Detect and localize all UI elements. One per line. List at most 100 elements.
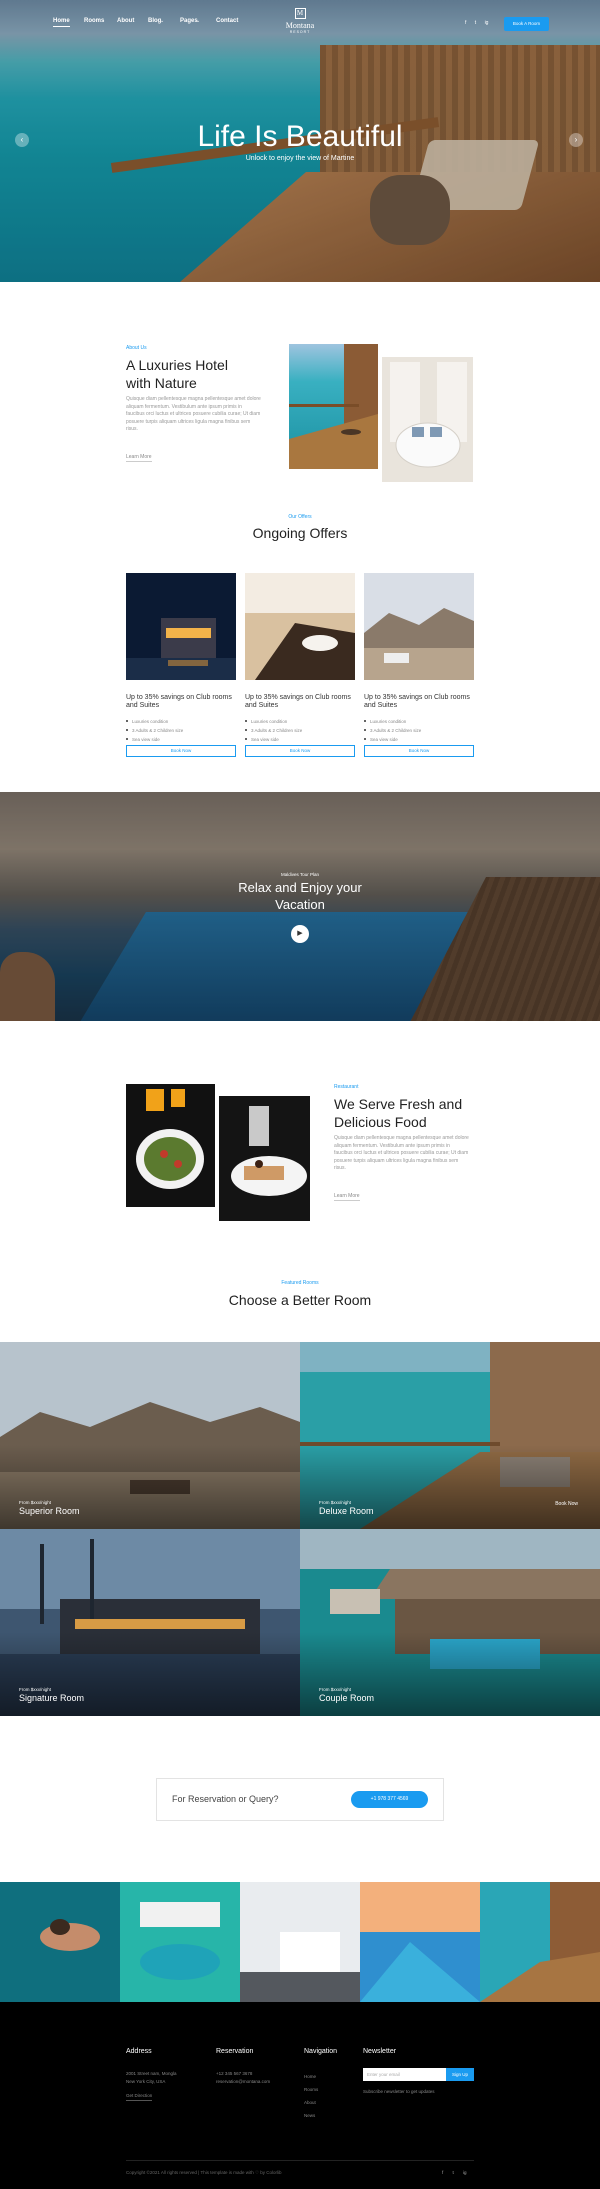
hero-title: Life Is Beautiful (197, 120, 403, 153)
footer-navigation: Home Rooms About News (304, 2070, 318, 2122)
nav-contact[interactable]: Contact (216, 18, 238, 24)
book-room-button[interactable]: Book A Room (504, 17, 549, 31)
offer-feature: 3 Adults & 2 Children size (126, 726, 236, 735)
footer-address-line: 2001 Street nam, Mongla (126, 2071, 177, 2076)
instagram-icon[interactable]: ig (485, 20, 489, 26)
footer-address: 2001 Street nam, Mongla New York City, U… (126, 2070, 177, 2086)
footer-nav-link[interactable]: Home (304, 2070, 318, 2083)
newsletter-signup-button[interactable]: Sign Up (446, 2068, 474, 2081)
book-now-button[interactable]: Book Now (364, 745, 474, 757)
about-text: Quisque diam pellentesque magna pellente… (126, 396, 261, 432)
logo-subtitle: RESORT (289, 30, 311, 34)
footer-divider (126, 2160, 474, 2161)
footer-nav-link[interactable]: News (304, 2109, 318, 2122)
offer-image-dining (245, 573, 355, 680)
newsletter-note: Subscribe newsletter to get updates (363, 2089, 435, 2094)
offers-title: Ongoing Offers (252, 525, 348, 541)
room-name: Superior Room (19, 1506, 80, 1516)
room-card-deluxe[interactable]: From $xxx/night Deluxe Room Book Now (300, 1342, 600, 1529)
video-title-line2: Vacation (275, 896, 325, 912)
offer-feature: Luxuries condition (364, 717, 474, 726)
room-card-couple[interactable]: From $xxx/night Couple Room (300, 1529, 600, 1716)
nav-about[interactable]: About (117, 18, 134, 24)
about-title-line1: A Luxuries Hotel (126, 357, 228, 373)
offer-card: Up to 35% savings on Club rooms and Suit… (126, 573, 236, 757)
food-title-line1: We Serve Fresh and (334, 1096, 463, 1112)
instagram-photo[interactable] (120, 1882, 240, 2002)
food-photo-salad (126, 1084, 215, 1207)
offer-feature: 3 Adults & 2 Children size (245, 726, 355, 735)
twitter-icon[interactable]: t (475, 20, 476, 26)
video-title-line1: Relax and Enjoy your (238, 880, 362, 895)
header-socials: f t ig (465, 20, 495, 26)
footer-nav-link[interactable]: Rooms (304, 2083, 318, 2096)
offer-title: Up to 35% savings on Club rooms and Suit… (245, 694, 351, 710)
newsletter-email-input[interactable]: Enter your email (363, 2068, 446, 2081)
footer-address-title: Address (126, 2048, 152, 2055)
offer-feature: Sea view side (126, 735, 236, 744)
instagram-strip (0, 1882, 600, 2002)
offer-feature: Sea view side (364, 735, 474, 744)
offer-features: Luxuries condition 3 Adults & 2 Children… (245, 717, 355, 744)
room-card-superior[interactable]: From $xxx/night Superior Room (0, 1342, 300, 1529)
offer-title: Up to 35% savings on Club rooms and Suit… (364, 694, 470, 710)
food-learn-more-link[interactable]: Learn More (334, 1193, 360, 1201)
page: Home Rooms About Blog ⌄ Pages ⌄ Contact … (0, 0, 600, 2189)
offer-features: Luxuries condition 3 Adults & 2 Children… (364, 717, 474, 744)
site-logo[interactable]: M Montana RESORT (279, 8, 321, 34)
logo-name: Montana (285, 21, 315, 30)
footer-reservation-title: Reservation (216, 2048, 254, 2055)
hero-subtitle: Unlock to enjoy the view of Martine (245, 155, 355, 162)
instagram-photo[interactable] (0, 1882, 120, 2002)
about-title: A Luxuries Hotel with Nature (126, 356, 228, 392)
reservation-box: For Reservation or Query? +1 978 377 456… (156, 1778, 444, 1821)
offer-card: Up to 35% savings on Club rooms and Suit… (245, 573, 355, 757)
offers-eyebrow: Our Offers (288, 514, 312, 520)
video-banner: Maldives Tour Plan Relax and Enjoy your … (0, 792, 600, 1021)
about-title-line2: with Nature (126, 375, 197, 392)
room-price: From $xxx/night (19, 1500, 52, 1505)
about-photo-room (382, 357, 473, 482)
offer-feature: 3 Adults & 2 Children size (364, 726, 474, 735)
nav-home[interactable]: Home (53, 18, 70, 27)
offer-features: Luxuries condition 3 Adults & 2 Children… (126, 717, 236, 744)
twitter-icon[interactable]: t (453, 2170, 454, 2175)
offer-card: Up to 35% savings on Club rooms and Suit… (364, 573, 474, 757)
room-price: From $xxx/night (19, 1687, 52, 1692)
facebook-icon[interactable]: f (465, 20, 466, 26)
offer-image-hills (364, 573, 474, 680)
footer-nav-link[interactable]: About (304, 2096, 318, 2109)
footer-email: reservation@montana.com (216, 2079, 271, 2084)
book-now-button[interactable]: Book Now (126, 745, 236, 757)
footer-socials: f t ig (442, 2169, 467, 2177)
video-eyebrow: Maldives Tour Plan (281, 872, 319, 877)
instagram-photo[interactable] (240, 1882, 360, 2002)
room-book-now-link[interactable]: Book Now (555, 1501, 578, 1507)
room-name: Deluxe Room (319, 1506, 374, 1516)
get-direction-link[interactable]: Get Direction (126, 2092, 153, 2101)
food-text: Quisque diam pellentesque magna pellente… (334, 1135, 469, 1171)
facebook-icon[interactable]: f (442, 2170, 443, 2175)
play-icon[interactable]: ▶ (291, 925, 309, 943)
about-photo-deck (289, 344, 378, 469)
instagram-photo[interactable] (360, 1882, 480, 2002)
chevron-down-icon: ⌄ (160, 18, 165, 24)
footer: Address 2001 Street nam, Mongla New York… (0, 2002, 600, 2189)
instagram-icon[interactable]: ig (463, 2170, 467, 2175)
rooms-title: Choose a Better Room (228, 1292, 372, 1308)
room-name: Couple Room (319, 1693, 375, 1703)
book-now-button[interactable]: Book Now (245, 745, 355, 757)
food-photo-dessert (219, 1096, 310, 1221)
footer-address-line: New York City, USA (126, 2079, 166, 2084)
footer-newsletter-title: Newsletter (363, 2048, 397, 2055)
logo-mark: M (294, 8, 306, 19)
reservation-phone-button[interactable]: +1 978 377 4569 (351, 1791, 428, 1808)
nav-rooms[interactable]: Rooms (84, 18, 104, 24)
room-price: From $xxx/night (319, 1687, 352, 1692)
about-learn-more-link[interactable]: Learn More (126, 454, 152, 462)
food-eyebrow: Restaurant (334, 1084, 359, 1090)
footer-navigation-title: Navigation (304, 2048, 338, 2055)
footer-phone: +12 345 567 3678 (216, 2071, 253, 2076)
instagram-photo[interactable] (480, 1882, 600, 2002)
room-card-signature[interactable]: From $xxx/night Signature Room (0, 1529, 300, 1716)
